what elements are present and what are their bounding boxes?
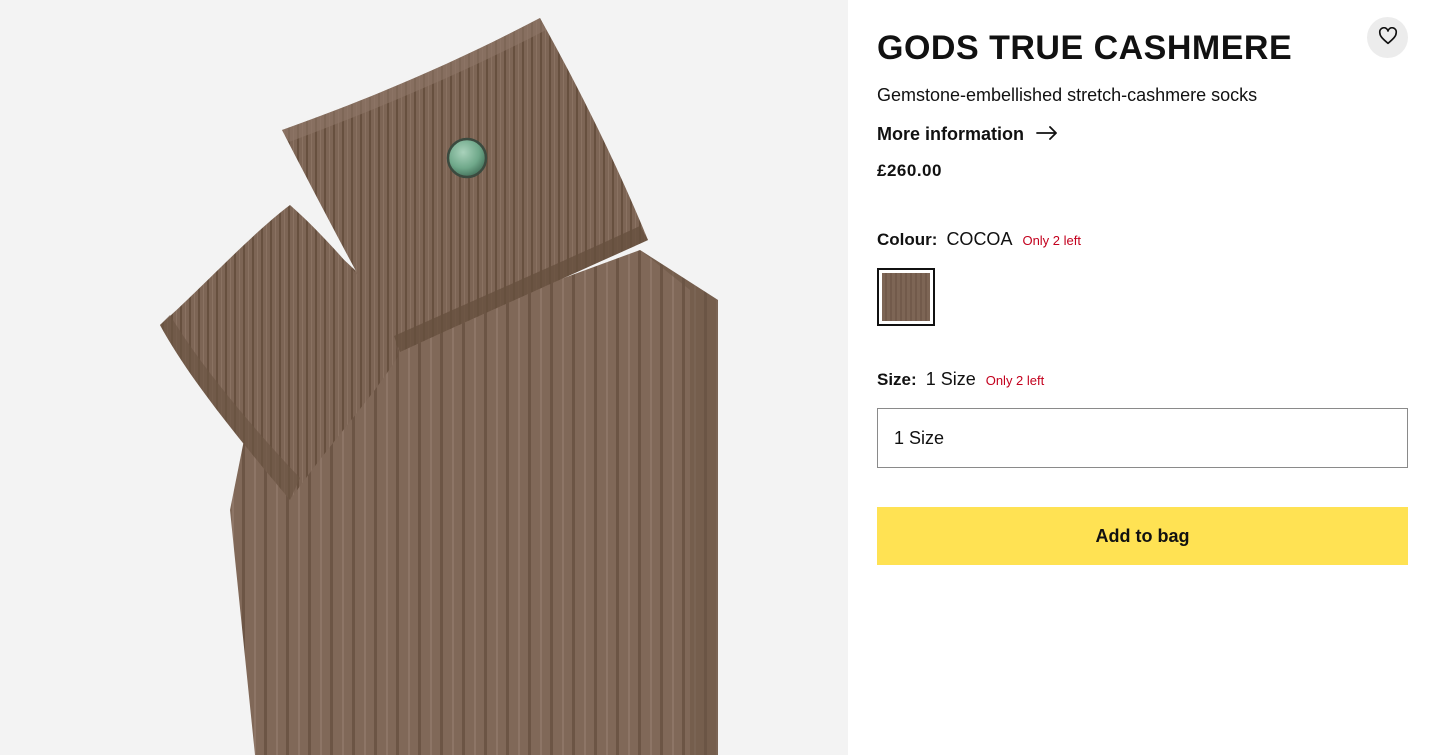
size-label: Size: [877,370,917,389]
more-information-link[interactable]: More information [877,122,1058,146]
heart-icon [1378,26,1398,48]
product-price: £260.00 [877,161,942,180]
size-value: 1 Size [925,369,976,389]
product-title: Gemstone-embellished stretch-cashmere so… [877,85,1258,105]
size-row: Size: 1 Size Only 2 left [877,369,1044,390]
product-photo-socks [160,0,848,755]
size-select[interactable]: 1 Size [877,408,1408,468]
product-info-panel: GODS TRUE CASHMERE Gemstone-embellished … [877,0,1408,755]
size-select-value: 1 Size [894,427,945,448]
size-stock-badge: Only 2 left [985,373,1045,388]
swatch-fill [882,273,930,321]
wishlist-button[interactable] [1367,17,1408,58]
colour-value: COCOA [946,229,1013,249]
add-to-bag-button[interactable]: Add to bag [877,507,1408,565]
colour-label: Colour: [877,230,938,249]
colour-row: Colour: COCOA Only 2 left [877,229,1081,250]
colour-swatch-cocoa[interactable] [877,268,935,326]
brand-name[interactable]: GODS TRUE CASHMERE [877,28,1292,68]
gemstone [446,137,488,179]
product-image[interactable] [0,0,848,755]
more-information-label: More information [877,123,1024,144]
colour-stock-badge: Only 2 left [1022,233,1081,248]
arrow-right-icon [1036,124,1058,145]
